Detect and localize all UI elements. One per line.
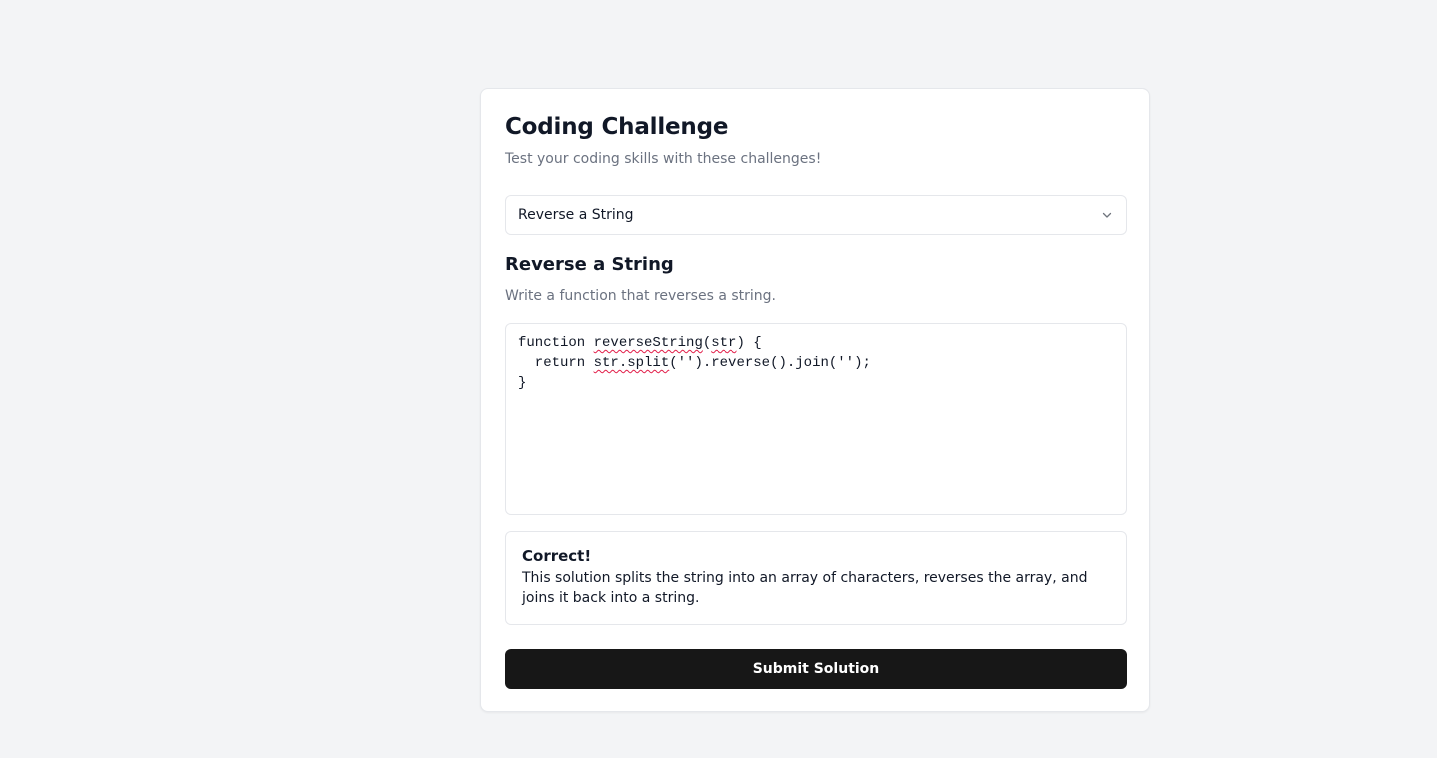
chevron-down-icon [1100, 208, 1114, 222]
code-token: ( [702, 335, 712, 351]
code-token: ('').reverse().join(''); [669, 355, 871, 371]
result-title: Correct! [522, 547, 592, 565]
code-token: ) { [736, 335, 762, 351]
code-token: function [518, 335, 594, 351]
page-title: Coding Challenge [505, 114, 729, 140]
result-message: This solution splits the string into an … [522, 570, 1088, 606]
submit-solution-button[interactable]: Submit Solution [505, 649, 1127, 689]
challenge-title: Reverse a String [505, 254, 674, 275]
code-editor[interactable]: function reverseString(str) { return str… [505, 323, 1127, 515]
challenge-select-value: Reverse a String [518, 207, 634, 223]
page-subtitle: Test your coding skills with these chall… [505, 151, 822, 167]
code-token: return [518, 355, 594, 371]
code-token-misspelled: str [711, 335, 737, 351]
page: { "header": { "title": "Coding Challenge… [0, 0, 1437, 758]
challenge-card: Coding Challenge Test your coding skills… [480, 88, 1150, 712]
challenge-select[interactable]: Reverse a String [505, 195, 1127, 235]
challenge-description: Write a function that reverses a string. [505, 288, 776, 304]
code-token-misspelled: reverseString [593, 335, 703, 351]
code-token-misspelled: str.split [593, 355, 670, 371]
result-alert: Correct! This solution splits the string… [505, 531, 1127, 625]
code-token: } [518, 375, 527, 391]
